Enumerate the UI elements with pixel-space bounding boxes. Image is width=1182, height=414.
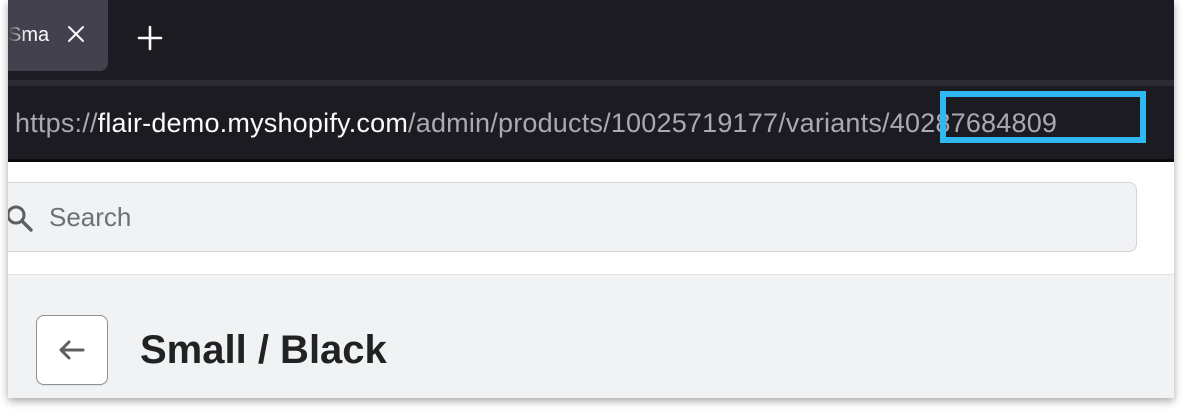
page-title: Small / Black <box>140 328 387 372</box>
tab-strip: Sma <box>8 0 1174 80</box>
browser-window: Sma https://flair-demo.myshopify.com/adm… <box>8 0 1174 398</box>
url-scheme: https:// <box>15 108 98 138</box>
search-bar[interactable] <box>8 182 1137 252</box>
url-text[interactable]: https://flair-demo.myshopify.com/admin/p… <box>15 106 1057 140</box>
plus-icon[interactable] <box>136 24 164 52</box>
search-input[interactable] <box>49 195 1049 239</box>
url-host: flair-demo.myshopify.com <box>97 108 409 138</box>
url-path: /admin/products/10025719177/variants/ <box>408 108 890 138</box>
close-icon[interactable] <box>64 22 88 46</box>
tab-title: Sma <box>8 24 50 46</box>
admin-top-bar <box>8 162 1174 275</box>
arrow-left-icon <box>59 340 85 360</box>
back-button[interactable] <box>36 315 108 385</box>
page-header: Small / Black <box>8 275 1174 398</box>
variant-id-highlight <box>940 91 1146 143</box>
search-icon <box>8 204 35 234</box>
browser-tab[interactable]: Sma <box>8 0 108 71</box>
